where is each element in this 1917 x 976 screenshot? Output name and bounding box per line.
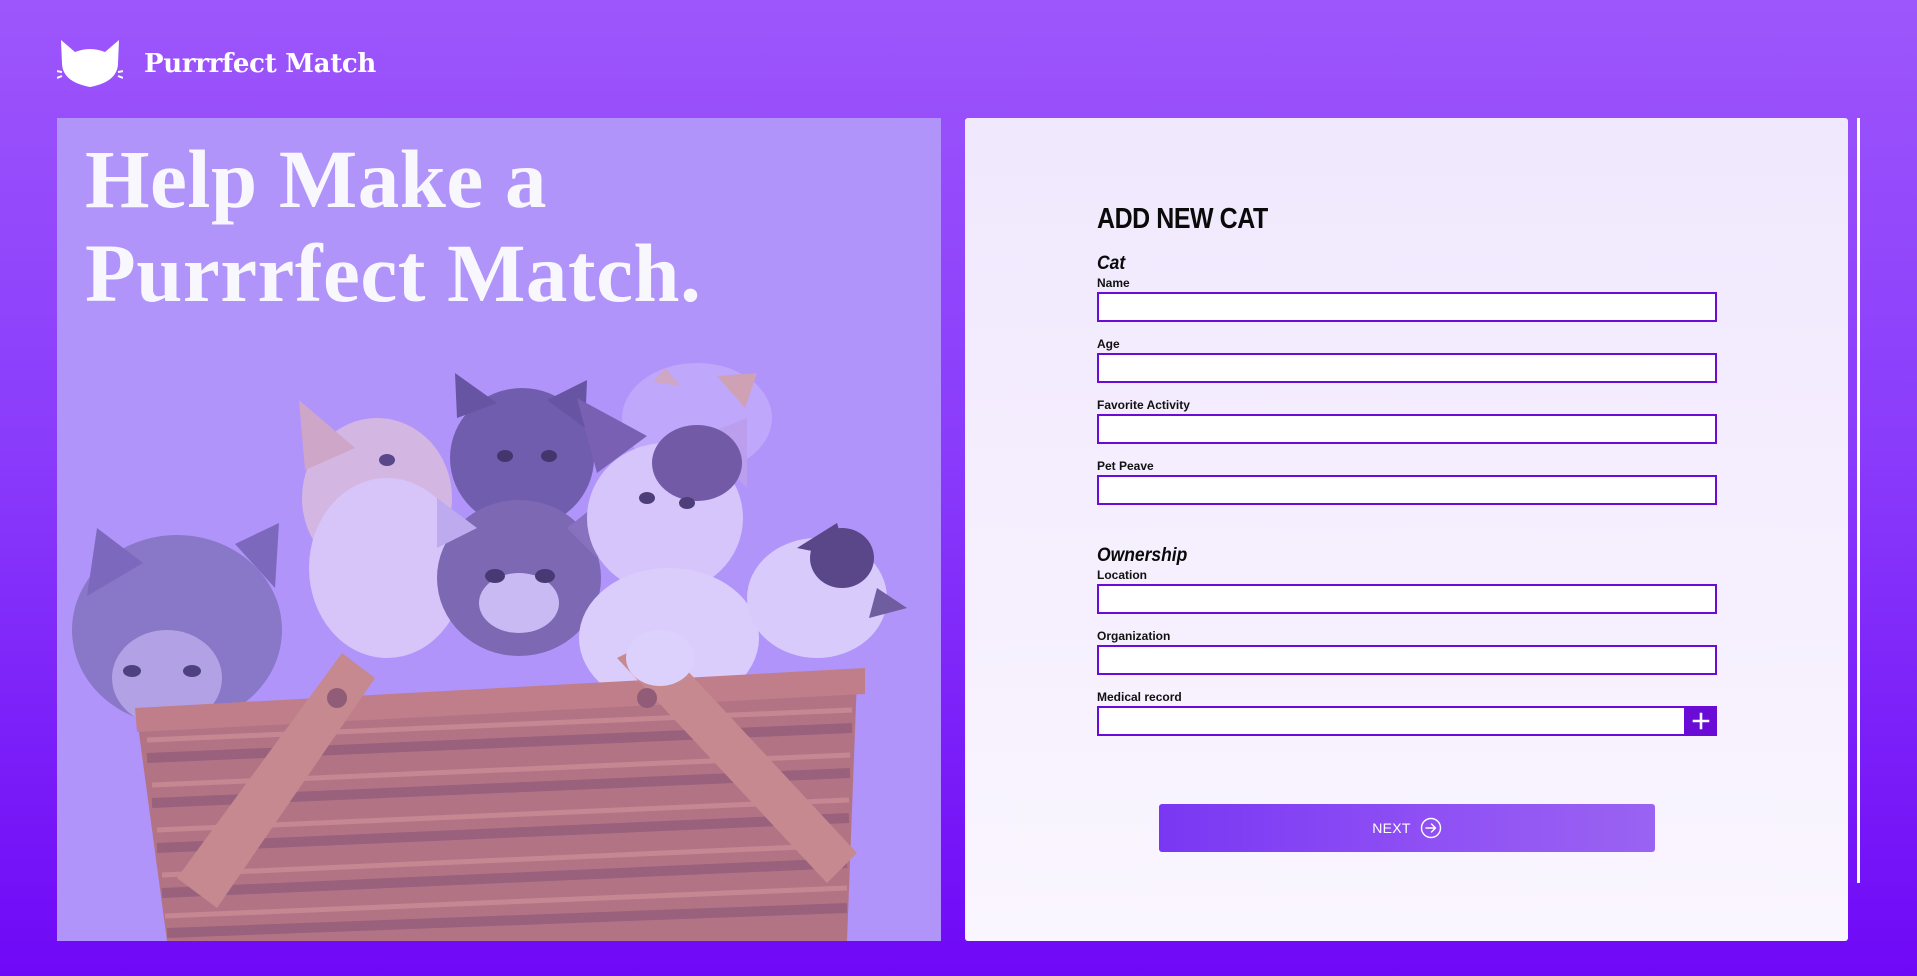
arrow-right-circle-icon xyxy=(1420,817,1441,839)
field-location: Location xyxy=(1097,568,1717,629)
next-button[interactable]: NEXT xyxy=(1159,804,1655,852)
add-medical-record-button[interactable] xyxy=(1684,706,1717,736)
cat-head-icon[interactable] xyxy=(57,38,123,90)
field-label-location: Location xyxy=(1097,568,1147,582)
field-medical-record: Medical record xyxy=(1097,690,1717,751)
field-label-organization: Organization xyxy=(1097,629,1171,643)
field-favorite-activity: Favorite Activity xyxy=(1097,398,1717,459)
pet-peave-input[interactable] xyxy=(1097,475,1717,505)
hero-title: Help Make a Purrrfect Match. xyxy=(85,133,702,319)
field-label-pet-peave: Pet Peave xyxy=(1097,459,1154,473)
plus-icon xyxy=(1692,712,1709,730)
field-label-name: Name xyxy=(1097,276,1130,290)
next-button-label: NEXT xyxy=(1372,820,1411,836)
field-name: Name xyxy=(1097,276,1717,337)
field-age: Age xyxy=(1097,337,1717,398)
form-title: ADD NEW CAT xyxy=(1097,203,1268,235)
field-label-favorite-activity: Favorite Activity xyxy=(1097,398,1190,412)
location-input[interactable] xyxy=(1097,584,1717,614)
favorite-activity-input[interactable] xyxy=(1097,414,1717,444)
field-organization: Organization xyxy=(1097,629,1717,690)
brand-name[interactable]: Purrrfect Match xyxy=(144,49,376,79)
scrollbar[interactable] xyxy=(1857,118,1860,883)
section-title-ownership: Ownership xyxy=(1097,545,1188,566)
hero-panel: Help Make a Purrrfect Match. xyxy=(57,118,941,941)
name-input[interactable] xyxy=(1097,292,1717,322)
add-cat-form: ADD NEW CAT Cat Name Age Favorite Activi… xyxy=(1097,202,1717,751)
organization-input[interactable] xyxy=(1097,645,1717,675)
medical-record-row xyxy=(1097,706,1717,736)
field-label-age: Age xyxy=(1097,337,1120,351)
site-header: Purrrfect Match xyxy=(57,36,376,92)
age-input[interactable] xyxy=(1097,353,1717,383)
field-label-medical-record: Medical record xyxy=(1097,690,1182,704)
medical-record-input[interactable] xyxy=(1097,706,1717,736)
add-cat-panel: ADD NEW CAT Cat Name Age Favorite Activi… xyxy=(965,118,1848,941)
field-pet-peave: Pet Peave xyxy=(1097,459,1717,520)
section-title-cat: Cat xyxy=(1097,253,1126,274)
